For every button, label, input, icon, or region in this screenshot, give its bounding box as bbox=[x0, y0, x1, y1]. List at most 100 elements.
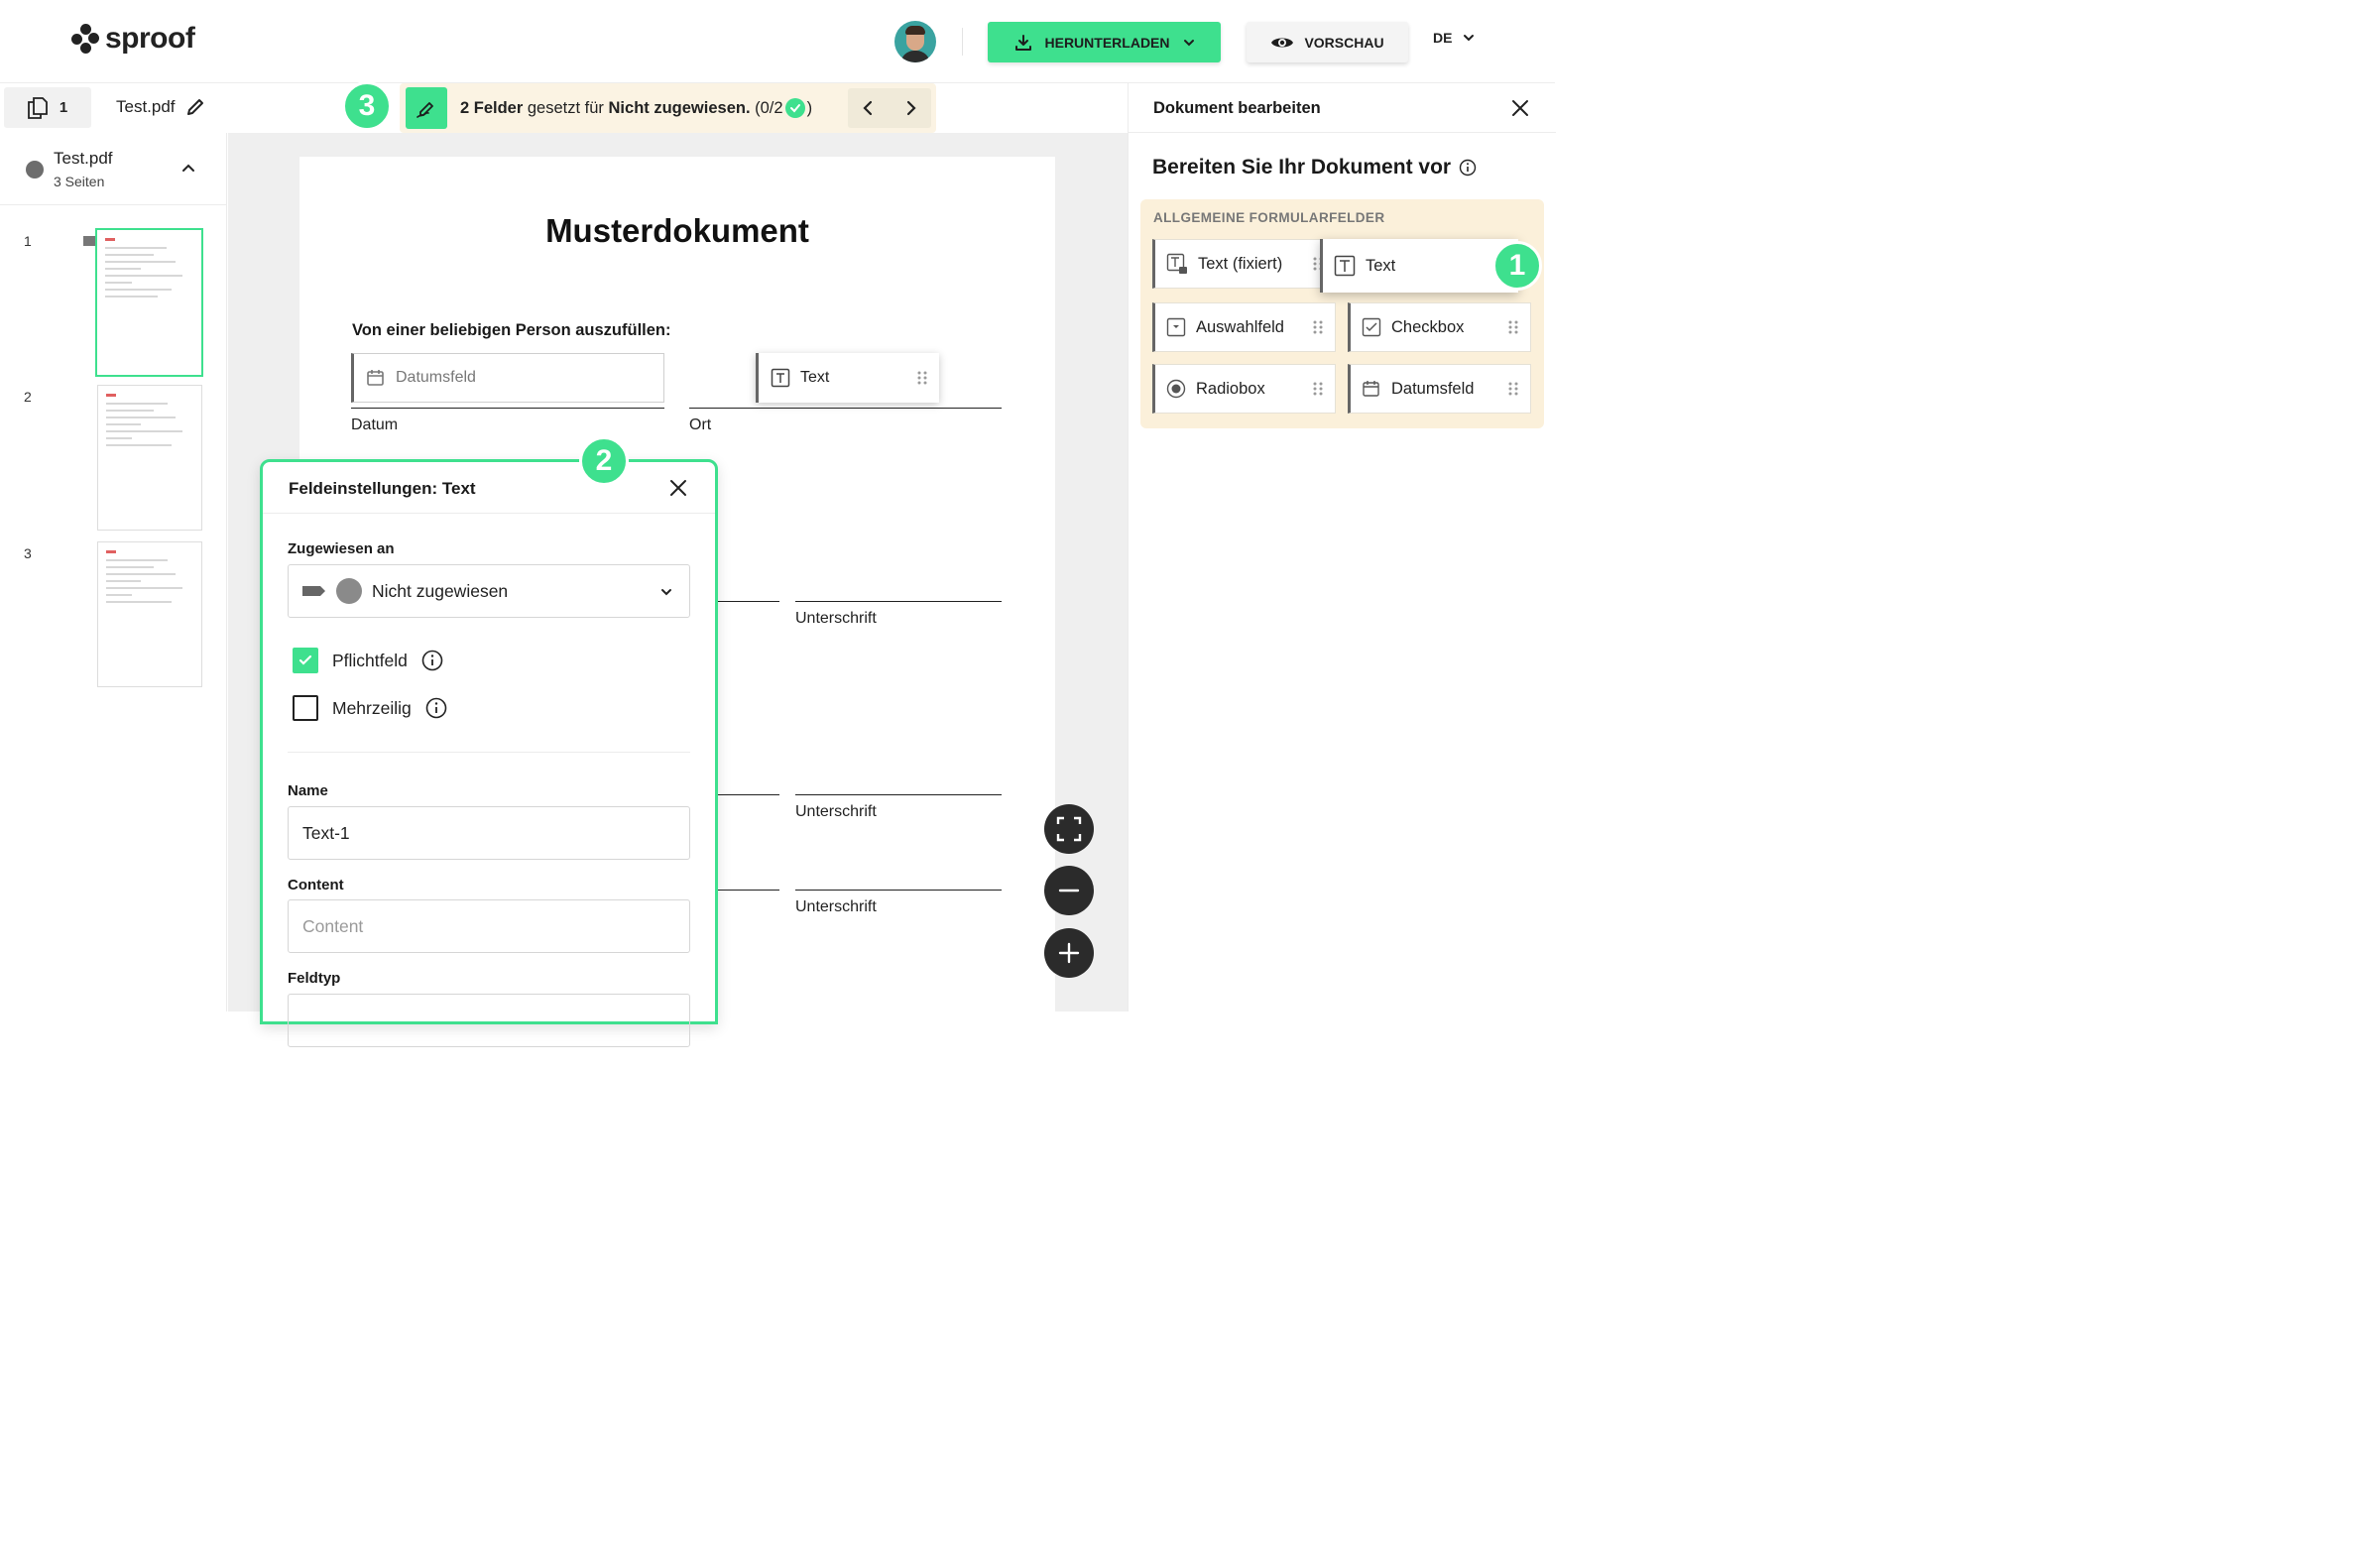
checkbox-icon bbox=[1362, 317, 1381, 337]
multiline-checkbox[interactable] bbox=[293, 695, 318, 721]
download-icon bbox=[1014, 34, 1031, 51]
panel-header: Dokument bearbeiten bbox=[1129, 83, 1556, 133]
grip-icon[interactable] bbox=[1313, 320, 1323, 334]
page-thumbnail-1[interactable] bbox=[95, 228, 203, 377]
field-tile-text[interactable]: Text bbox=[1320, 239, 1518, 293]
edit-status-icon bbox=[26, 161, 44, 178]
language-selector[interactable]: DE bbox=[1433, 30, 1476, 46]
required-checkbox[interactable] bbox=[293, 648, 318, 673]
select-field-icon bbox=[1166, 317, 1186, 337]
chevron-down-icon bbox=[1464, 35, 1475, 42]
step-badge-3: 3 bbox=[342, 81, 392, 131]
signature-line bbox=[689, 408, 1002, 409]
calendar-icon bbox=[367, 370, 384, 386]
file-name-label: Test.pdf bbox=[116, 97, 176, 116]
field-tile-radiobox[interactable]: Radiobox bbox=[1152, 364, 1336, 414]
name-input[interactable]: Text-1 bbox=[288, 806, 690, 860]
assignee-select[interactable]: Nicht zugewiesen bbox=[288, 564, 690, 618]
required-label: Pflichtfeld bbox=[332, 650, 408, 670]
thumbnail-number: 3 bbox=[24, 545, 32, 561]
zoom-in-button[interactable] bbox=[1044, 928, 1094, 978]
field-tile-checkbox[interactable]: Checkbox bbox=[1348, 302, 1531, 352]
field-label: Datumsfeld bbox=[1391, 379, 1475, 398]
panel-subtitle: Bereiten Sie Ihr Dokument vor bbox=[1152, 156, 1477, 179]
grip-icon[interactable] bbox=[1313, 382, 1323, 396]
status-text: 2 Felder gesetzt für Nicht zugewiesen. (… bbox=[460, 98, 813, 118]
check-circle-icon bbox=[784, 98, 805, 118]
panel-title: Dokument bearbeiten bbox=[1153, 99, 1321, 117]
pencil-icon[interactable] bbox=[185, 97, 205, 117]
label-ort: Ort bbox=[689, 416, 712, 433]
field-tile-text-fixed[interactable]: Text (fixiert) bbox=[1152, 239, 1336, 289]
download-button[interactable]: HERUNTERLADEN bbox=[988, 22, 1221, 62]
top-bar: sproof HERUNTERLADEN VORSCHAU DE bbox=[0, 0, 1555, 83]
signature-line bbox=[795, 601, 1002, 602]
info-icon[interactable] bbox=[421, 650, 443, 671]
text-field-icon bbox=[1334, 255, 1356, 277]
text-field-icon bbox=[771, 368, 790, 388]
lock-text-icon bbox=[1166, 253, 1187, 274]
document-header[interactable]: Test.pdf 3 Seiten bbox=[0, 133, 227, 205]
label-signature-3: Unterschrift bbox=[795, 898, 877, 915]
text-field-label: Text bbox=[800, 369, 830, 386]
label-datum: Datum bbox=[351, 416, 399, 433]
close-icon[interactable] bbox=[1511, 99, 1529, 117]
info-icon[interactable] bbox=[1459, 159, 1477, 177]
file-name[interactable]: Test.pdf bbox=[116, 97, 205, 117]
field-tile-select[interactable]: Auswahlfeld bbox=[1152, 302, 1336, 352]
signature-icon bbox=[406, 87, 447, 129]
fullscreen-button[interactable] bbox=[1044, 804, 1094, 854]
document-page-count: 3 Seiten bbox=[54, 174, 105, 189]
label-signature-1: Unterschrift bbox=[795, 610, 877, 627]
content-input[interactable]: Content bbox=[288, 899, 690, 953]
chevron-right-icon bbox=[906, 100, 916, 116]
previous-field-button[interactable] bbox=[848, 88, 890, 128]
label-signature-2: Unterschrift bbox=[795, 803, 877, 820]
header-divider bbox=[962, 28, 963, 56]
calendar-icon bbox=[1363, 381, 1379, 397]
field-settings-panel: Feldeinstellungen: Text Zugewiesen an Ni… bbox=[260, 459, 718, 1047]
date-form-field[interactable]: Datumsfeld bbox=[351, 353, 664, 403]
next-field-button[interactable] bbox=[890, 88, 931, 128]
grip-icon[interactable] bbox=[1508, 382, 1518, 396]
signature-line bbox=[351, 408, 664, 409]
sproof-logo[interactable]: sproof bbox=[71, 22, 195, 56]
grip-icon[interactable] bbox=[1508, 320, 1518, 334]
chevron-down-icon bbox=[661, 589, 671, 596]
field-label: Auswahlfeld bbox=[1196, 317, 1284, 336]
preview-button[interactable]: VORSCHAU bbox=[1247, 22, 1408, 62]
fieldtype-select[interactable] bbox=[288, 994, 690, 1047]
eye-icon bbox=[1271, 38, 1294, 47]
thumbnail-number: 2 bbox=[24, 389, 32, 405]
chevron-up-icon[interactable] bbox=[180, 161, 196, 177]
field-label: Checkbox bbox=[1391, 317, 1465, 336]
fullscreen-icon bbox=[1056, 816, 1082, 842]
status-bar: 2 Felder gesetzt für Nicht zugewiesen. (… bbox=[400, 83, 936, 133]
name-label: Name bbox=[288, 782, 328, 799]
assignee-value: Nicht zugewiesen bbox=[372, 580, 509, 601]
close-icon[interactable] bbox=[669, 479, 687, 497]
grip-icon[interactable] bbox=[917, 371, 927, 385]
user-avatar[interactable] bbox=[894, 21, 936, 62]
signature-line bbox=[795, 794, 1002, 795]
form-fields-section: ALLGEMEINE FORMULARFELDER Text (fixiert)… bbox=[1140, 199, 1544, 428]
page-count: 1 bbox=[59, 99, 68, 116]
multiline-checkbox-row[interactable]: Mehrzeilig bbox=[293, 695, 447, 721]
download-label: HERUNTERLADEN bbox=[1044, 34, 1170, 51]
language-label: DE bbox=[1433, 30, 1453, 46]
required-checkbox-row[interactable]: Pflichtfeld bbox=[293, 648, 443, 673]
text-form-field[interactable]: Text bbox=[756, 353, 939, 403]
page-thumbnail-3[interactable] bbox=[97, 541, 202, 687]
pages-icon bbox=[27, 96, 48, 119]
zoom-out-button[interactable] bbox=[1044, 866, 1094, 915]
info-icon[interactable] bbox=[425, 697, 447, 719]
fieldtype-label: Feldtyp bbox=[288, 970, 341, 987]
page-thumbnail-2[interactable] bbox=[97, 385, 202, 531]
signature-line bbox=[795, 890, 1002, 891]
field-tile-date[interactable]: Datumsfeld bbox=[1348, 364, 1531, 414]
chevron-left-icon bbox=[863, 100, 873, 116]
edit-document-panel: Dokument bearbeiten Bereiten Sie Ihr Dok… bbox=[1128, 83, 1556, 1012]
field-label: Text bbox=[1366, 256, 1396, 275]
page-count-button[interactable]: 1 bbox=[4, 87, 91, 128]
assigned-label: Zugewiesen an bbox=[288, 540, 395, 557]
